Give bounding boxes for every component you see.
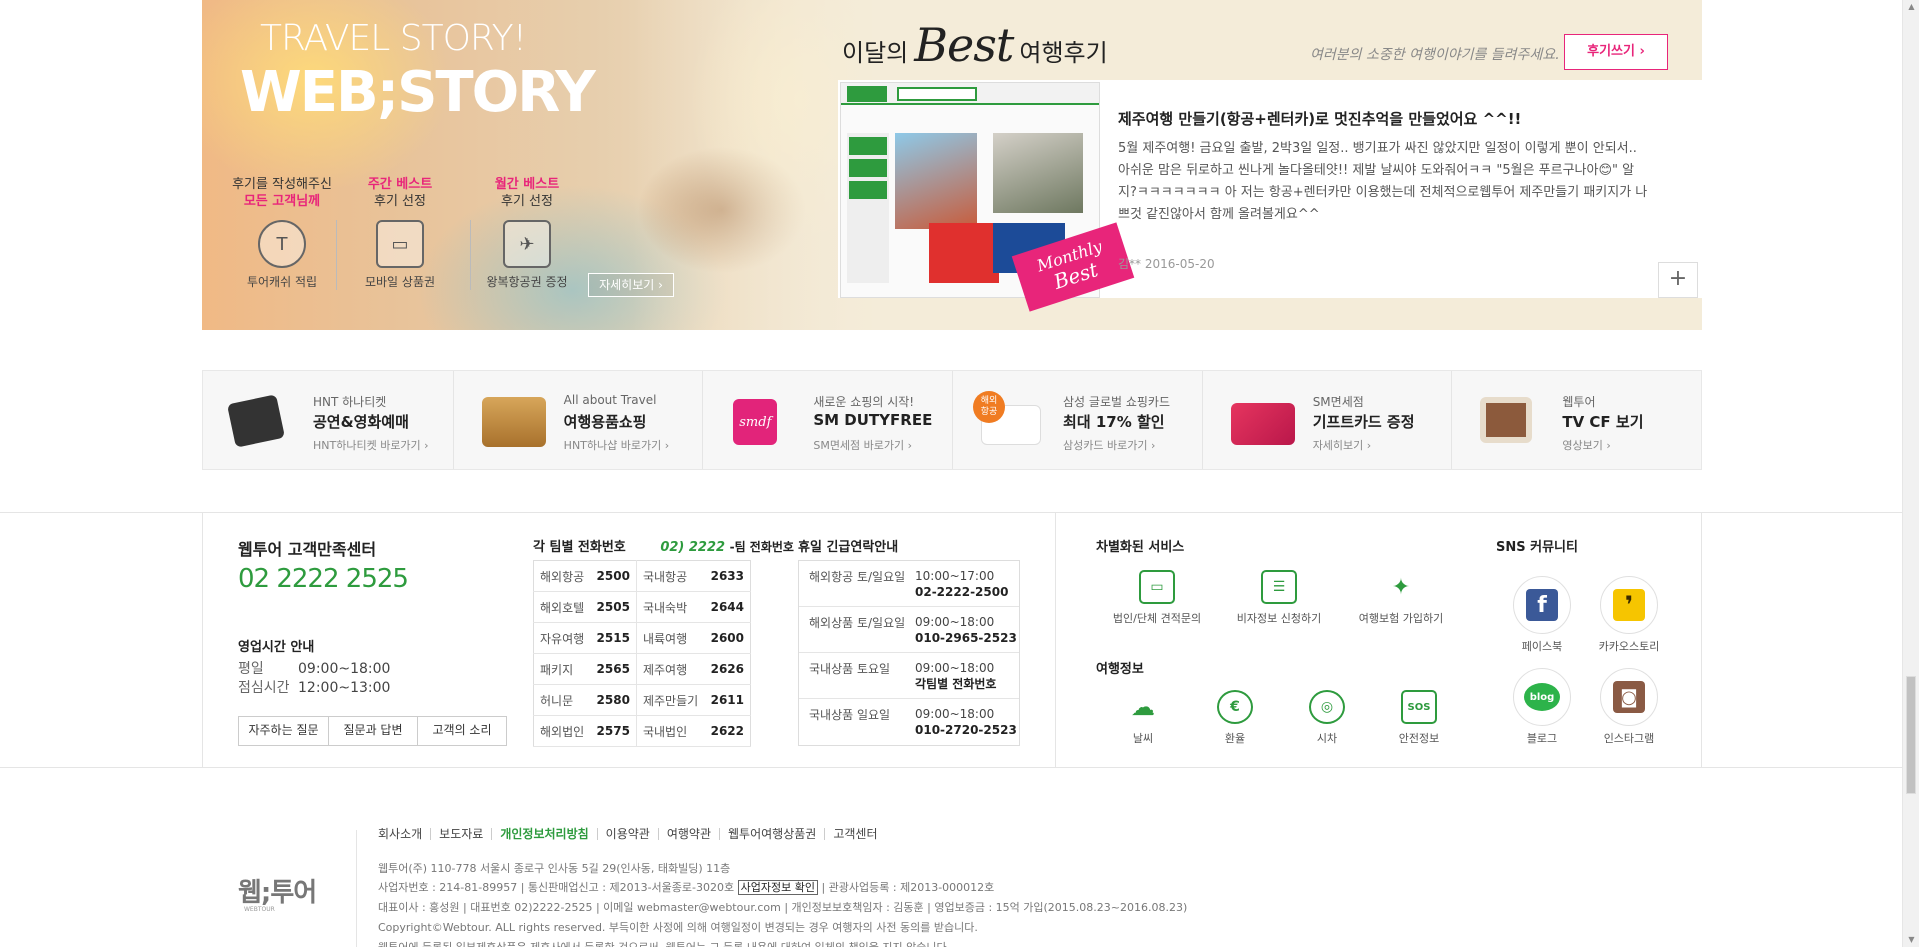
legal-business-info: 사업자번호 : 214-81-89957 | 통신판매업신고 : 제2013-서…	[378, 880, 995, 895]
sns-instagram[interactable]: ◙ 인스타그램	[1589, 668, 1669, 746]
sos-icon: SOS	[1401, 690, 1437, 724]
overseas-flight-badge: 해외 항공	[973, 391, 1006, 423]
business-info-check-button[interactable]: 사업자정보 확인	[737, 880, 818, 895]
cs-phone-number: 02 2222 2525	[238, 564, 409, 594]
sns-kakaostory[interactable]: ❜ 카카오스토리	[1589, 576, 1669, 654]
team-phone-table: 해외항공 2500 국내항공 2633 해외호텔 2505 국내숙박 2644 자유여행 25…	[533, 560, 751, 747]
table-row: 해외법인 2575 국내법인 2622	[533, 715, 751, 747]
footer-link-gift-card[interactable]: 웹투어여행상품권	[719, 828, 824, 840]
kakaostory-icon: ❜	[1613, 589, 1645, 621]
ticket-icon: ✈	[503, 220, 551, 268]
legal-copyright: Copyright©Webtour. ALL rights reserved. …	[378, 921, 978, 934]
info-safety[interactable]: SOS 안전정보	[1364, 690, 1474, 746]
footer-link-travel-terms[interactable]: 여행약관	[657, 828, 719, 840]
clipboard-icon: ☰	[1261, 570, 1297, 604]
card-icon: ▭	[376, 220, 424, 268]
shortcut-tv-cf[interactable]: 웹투어 TV CF 보기 영상보기 ›	[1451, 371, 1701, 469]
cs-button-group: 자주하는 질문 질문과 답변 고객의 소리	[238, 716, 507, 746]
shortcut-hnt-ticket[interactable]: HNT 하나티켓 공연&영화예매 HNT하나티켓 바로가기 ›	[203, 371, 453, 469]
cs-center-title: 웹투어 고객만족센터	[238, 540, 377, 559]
cloud-rain-icon: ☁	[1131, 693, 1155, 721]
blog-icon: blog	[1524, 683, 1560, 711]
shortcut-travel-goods[interactable]: All about Travel 여행용품쇼핑 HNT하나샵 바로가기 ›	[452, 371, 703, 469]
table-row: 해외항공 토/일요일 10:00~17:00 02-2222-2500	[799, 561, 1019, 607]
clapperboard-icon	[226, 394, 286, 448]
business-hours-title: 영업시간 안내	[238, 640, 315, 655]
sns-blog[interactable]: blog 블로그	[1502, 668, 1582, 746]
shortcut-sm-dutyfree[interactable]: smdf 새로운 쇼핑의 시작! SM DUTYFREE SM면세점 바로가기 …	[702, 371, 952, 469]
web-story-logo: WEB;STORY	[240, 60, 596, 125]
walker-icon: ✦	[1391, 574, 1411, 600]
globe-icon: ◎	[1309, 690, 1345, 724]
service-corporate-quote[interactable]: ▭ 법인/단체 견적문의	[1102, 570, 1212, 626]
scroll-down-icon[interactable]: ▼	[1903, 933, 1919, 947]
faq-button[interactable]: 자주하는 질문	[239, 717, 328, 745]
footer-link-customer-center[interactable]: 고객센터	[824, 828, 885, 840]
briefcase-icon: ▭	[1139, 570, 1175, 604]
team-phone-title: 각 팀별 전화번호 02) 2222 -팀 전화번호	[533, 540, 794, 555]
travel-story-heading: TRAVEL STORY!	[260, 18, 527, 59]
services-title: 차별화된 서비스	[1096, 540, 1185, 555]
write-review-button[interactable]: 후기쓰기 ›	[1564, 34, 1668, 70]
page: TRAVEL STORY! WEB;STORY 후기를 작성해주신 모든 고객님…	[0, 0, 1919, 947]
more-plus-button[interactable]: +	[1658, 262, 1698, 298]
service-insurance[interactable]: ✦ 여행보험 가입하기	[1346, 570, 1456, 626]
qna-button[interactable]: 질문과 답변	[328, 717, 417, 745]
sns-facebook[interactable]: f 페이스북	[1502, 576, 1582, 654]
footer-links: 회사소개 보도자료 개인정보처리방침 이용약관 여행약관 웹투어여행상품권 고객…	[378, 828, 886, 840]
footer-link-terms[interactable]: 이용약관	[596, 828, 658, 840]
scrollbar-thumb[interactable]	[1906, 676, 1916, 794]
shortcut-gift-card[interactable]: SM면세점 기프트카드 증정 자세히보기 ›	[1201, 371, 1452, 469]
benefit-monthly: 월간 베스트 후기 선정 ✈ 왕복항공권 증정	[486, 177, 568, 289]
footer-link-press[interactable]: 보도자료	[430, 828, 491, 840]
legal-disclaimer: 웹투어에 등록된 일부제휴상품은 제휴사에서 등록한 것으로써, 웹투어는 그 …	[378, 939, 950, 947]
table-row: 국내상품 토요일 09:00~18:00 각팀별 전화번호	[799, 653, 1019, 699]
review-meta: 김** 2016-05-20	[1118, 257, 1215, 271]
table-row: 허니문 2580 제주만들기 2611	[533, 684, 751, 716]
giftcard-icon	[1230, 403, 1295, 445]
page-scrollbar[interactable]: ▲ ▼	[1902, 0, 1919, 947]
travel-info-title: 여행정보	[1096, 662, 1144, 677]
exchange-icon: €	[1217, 690, 1253, 724]
tv-icon	[1480, 397, 1533, 443]
table-row: 해외호텔 2505 국내숙박 2644	[533, 591, 751, 623]
review-title[interactable]: 제주여행 만들기(항공+렌터카)로 멋진추억을 만들었어요 ^^!!	[1118, 108, 1521, 129]
footer-link-privacy[interactable]: 개인정보처리방침	[491, 828, 596, 840]
table-row: 국내상품 일요일 09:00~18:00 010-2720-2523	[809, 707, 1017, 737]
best-review-title: 이달의 Best 여행후기	[842, 18, 1108, 72]
facebook-icon: f	[1526, 589, 1558, 621]
partner-shortcuts: HNT 하나티켓 공연&영화예매 HNT하나티켓 바로가기 › All abou…	[202, 370, 1702, 470]
sns-title: SNS 커뮤니티	[1496, 540, 1578, 555]
customer-voice-button[interactable]: 고객의 소리	[417, 717, 506, 745]
benefit-cash: 후기를 작성해주신 모든 고객님께 T 투어캐쉬 적립	[232, 177, 332, 289]
best-review-subtitle: 여러분의 소중한 여행이야기를 들려주세요.	[1310, 47, 1560, 63]
luggage-icon	[481, 397, 546, 447]
webtour-footer-logo: 웹;투어	[238, 878, 317, 908]
table-row: 패키지 2565 제주여행 2626	[533, 653, 751, 685]
footer-link-company[interactable]: 회사소개	[378, 828, 430, 840]
benefit-weekly: 주간 베스트 후기 선정 ▭ 모바일 상품권	[364, 177, 436, 289]
scroll-up-icon[interactable]: ▲	[1903, 0, 1919, 14]
legal-ceo-info: 대표이사 : 홍성원 | 대표번호 02)2222-2525 | 이메일 web…	[378, 901, 1188, 914]
table-row: 자유여행 2515 내륙여행 2600	[533, 622, 751, 654]
table-row: 해외상품 토/일요일 09:00~18:00 010-2965-2523	[799, 607, 1019, 653]
instagram-icon: ◙	[1613, 681, 1645, 713]
service-visa-info[interactable]: ☰ 비자정보 신청하기	[1224, 570, 1334, 626]
business-hours: 평일 09:00~18:00 점심시간 12:00~13:00	[238, 661, 391, 696]
best-review-card[interactable]: Monthly Best 제주여행 만들기(항공+렌터카)로 멋진추억을 만들었…	[838, 80, 1702, 312]
shortcut-samsung-card[interactable]: 해외 항공 삼성 글로벌 쇼핑카드 최대 17% 할인 삼성카드 바로가기 ›	[952, 371, 1202, 469]
holiday-contact-table: 해외항공 토/일요일 10:00~17:00 02-2222-2500 해외상품 토…	[798, 560, 1020, 746]
review-body: 5월 제주여행! 금요일 출발, 2박3일 일정.. 뱅기표가 싸진 않았지만 …	[1118, 141, 1648, 222]
holiday-contact-title: 휴일 긴급연락안내	[798, 540, 899, 555]
coin-icon: T	[258, 220, 306, 268]
detail-button[interactable]: 자세히보기 ›	[588, 273, 674, 297]
review-banner: TRAVEL STORY! WEB;STORY 후기를 작성해주신 모든 고객님…	[202, 0, 1702, 330]
legal-address: 웹투어(주) 110-778 서울시 종로구 인사동 5길 29(인사동, 태화…	[378, 862, 731, 875]
table-row: 해외항공 2500 국내항공 2633	[533, 560, 751, 592]
smdf-icon: smdf	[733, 399, 778, 445]
